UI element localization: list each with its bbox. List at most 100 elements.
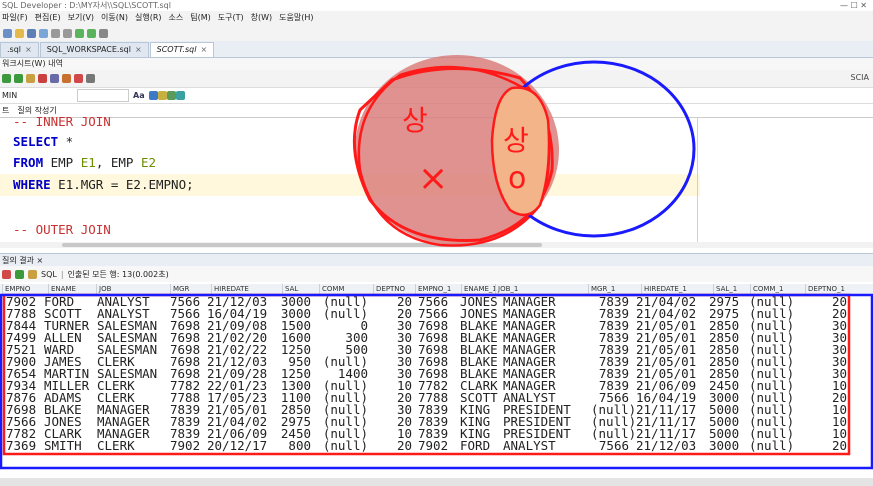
doc-tab[interactable]: SQL_WORKSPACE.sql × (39, 42, 149, 57)
table-cell[interactable]: 20 (386, 439, 412, 452)
editor-vertical-divider (697, 118, 698, 248)
connection-selector[interactable]: SCIA (851, 73, 870, 82)
table-cell[interactable]: 3000 (709, 439, 741, 452)
code-token: -- OUTER JOIN (13, 222, 111, 237)
editor-tabs: 트 질의 작성기 (0, 104, 873, 118)
pin-icon[interactable] (2, 269, 11, 279)
format-icon[interactable] (148, 91, 158, 100)
rollback-icon[interactable] (38, 74, 47, 83)
fetch-status: 인출된 모든 행: 13(0.002초) (67, 269, 169, 279)
table-cell[interactable]: 800 (279, 439, 311, 452)
results-grid[interactable]: 7902 FORD ANALYST 7566 21/12/03 3000 (null) 20 7… (0, 295, 873, 456)
binoculars-icon[interactable] (99, 28, 108, 38)
table-cell[interactable]: SMITH (44, 439, 94, 452)
table-cell[interactable]: 20 (799, 439, 847, 452)
commit-icon[interactable] (26, 74, 35, 83)
table-cell[interactable]: ANALYST (503, 439, 583, 452)
menu-item[interactable]: 파일(F) (0, 11, 33, 25)
autotrace-icon[interactable] (62, 74, 71, 83)
run-statement-icon[interactable] (2, 74, 11, 83)
connection-label: MIN (2, 91, 18, 100)
worksheet-subtabs[interactable]: 워크시트(W) 내역 (0, 58, 873, 70)
code-token: EMP (43, 155, 81, 170)
code-line[interactable]: WHERE E1.MGR = E2.EMPNO; (13, 175, 194, 195)
editor-toolbar: MIN Aa (0, 88, 873, 104)
forward-icon[interactable] (87, 28, 96, 38)
save-icon[interactable] (27, 28, 36, 38)
close-icon[interactable]: × (25, 45, 32, 54)
code-token: E1 (80, 155, 96, 170)
worksheet-toolbar (0, 70, 873, 88)
doc-tab[interactable]: SCOTT.sql × (149, 42, 215, 57)
table-cell[interactable]: (null) (749, 439, 795, 452)
undo-icon[interactable] (51, 28, 60, 38)
code-token: E2 (140, 155, 157, 170)
menu-item[interactable]: 실행(R) (133, 11, 167, 25)
highlight-icon[interactable] (157, 91, 167, 100)
code-token: WHERE (13, 177, 51, 192)
menu-item[interactable]: 도구(T) (216, 11, 249, 25)
code-token: , EMP (95, 155, 141, 170)
doc-tab-label: SQL_WORKSPACE.sql (46, 45, 131, 54)
open-folder-icon[interactable] (15, 28, 24, 38)
table-cell[interactable]: FORD (460, 439, 500, 452)
code-line[interactable]: -- INNER JOIN (13, 112, 111, 132)
table-cell[interactable]: 7902 (418, 439, 454, 452)
window-controls[interactable]: — ☐ ✕ (840, 0, 867, 11)
code-token: * (58, 134, 74, 149)
table-cell[interactable]: 7369 (6, 439, 42, 452)
code-token: -- INNER JOIN (13, 114, 111, 129)
back-icon[interactable] (75, 28, 84, 38)
refresh-icon[interactable] (15, 269, 24, 279)
menu-item[interactable]: 창(W) (249, 11, 278, 25)
scrollbar-thumb[interactable] (62, 243, 542, 247)
menu-item[interactable]: 이동(N) (99, 11, 133, 25)
document-tabs: .sql × SQL_WORKSPACE.sql × SCOTT.sql × (0, 41, 873, 58)
menu-item[interactable]: 편집(E) (33, 11, 66, 25)
code-line[interactable]: FROM EMP E1, EMP E2 (13, 153, 156, 173)
redo-icon[interactable] (63, 28, 72, 38)
menu-item[interactable]: 보기(V) (66, 11, 99, 25)
grid-icon[interactable] (166, 91, 176, 100)
close-icon[interactable]: × (135, 45, 142, 54)
title-bar: SQL Developer : D:\MY자서\\SQL\SCOTT.sql —… (0, 0, 873, 11)
clear-icon[interactable] (74, 74, 83, 83)
connection-combo[interactable] (77, 89, 129, 102)
layout-icon[interactable] (175, 91, 185, 100)
table-cell[interactable]: (null) (320, 439, 368, 452)
doc-tab-label: SCOTT.sql (156, 45, 197, 54)
table-cell[interactable]: CLERK (97, 439, 167, 452)
code-token: SELECT (13, 134, 59, 149)
table-cell[interactable]: 7902 (170, 439, 206, 452)
status-bar (0, 478, 873, 486)
save-all-icon[interactable] (39, 28, 48, 38)
doc-tab[interactable]: .sql × (0, 42, 39, 57)
sql-editor[interactable]: -- INNER JOIN SELECT * FROM EMP E1, EMP E2… (0, 114, 873, 248)
table-row[interactable]: 7369 SMITH CLERK 7902 20/12/17 800 (null) 20 790… (0, 439, 860, 452)
results-tab[interactable]: 질의 결과 × (0, 253, 873, 266)
table-cell[interactable]: 7566 (591, 439, 629, 452)
menu-item[interactable]: 도움말(H) (277, 11, 318, 25)
menu-item[interactable]: 소스 (167, 11, 189, 25)
close-icon[interactable]: × (200, 45, 207, 54)
explain-plan-icon[interactable] (50, 74, 59, 83)
code-line[interactable]: -- OUTER JOIN (13, 220, 111, 240)
menu-bar: 파일(F) 편집(E) 보기(V) 이동(N) 실행(R) 소스 팀(M) 도구(T) 창(W)… (0, 11, 873, 25)
new-file-icon[interactable] (3, 28, 12, 38)
run-script-icon[interactable] (14, 74, 23, 83)
code-line[interactable]: SELECT * (13, 132, 73, 152)
history-icon[interactable] (86, 74, 95, 83)
main-toolbar (0, 25, 873, 41)
case-toggle-button[interactable]: Aa (133, 91, 145, 100)
sql-button[interactable]: SQL (41, 270, 57, 279)
menu-item[interactable]: 팀(M) (188, 11, 216, 25)
table-cell[interactable]: 21/12/03 (636, 439, 706, 452)
doc-tab-label: .sql (7, 45, 22, 54)
table-cell[interactable]: 20/12/17 (207, 439, 279, 452)
results-toolbar: SQL | 인출된 모든 행: 13(0.002초) (0, 266, 873, 282)
window-title: SQL Developer : D:\MY자서\\SQL\SCOTT.sql (2, 1, 171, 10)
code-token: FROM (13, 155, 44, 170)
export-icon[interactable] (28, 269, 37, 279)
editor-horizontal-scrollbar[interactable] (0, 242, 873, 248)
code-token: E1.MGR = E2.EMPNO; (50, 177, 194, 192)
